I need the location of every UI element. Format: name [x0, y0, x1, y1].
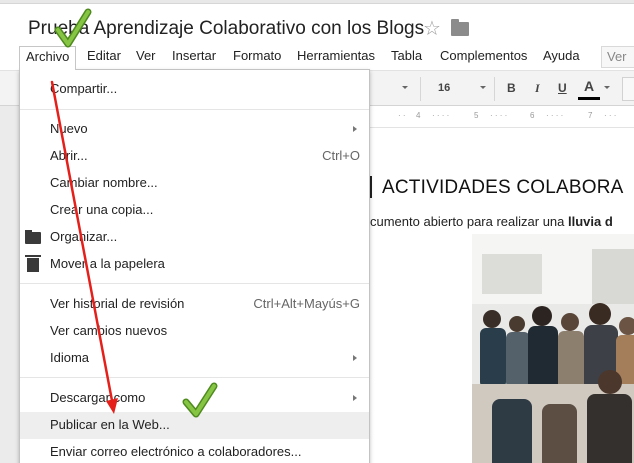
title-bar: Prueba Aprendizaje Colaborativo con los … [0, 0, 634, 46]
font-size-caret-icon[interactable] [480, 86, 486, 89]
body-bold-text: lluvia d [568, 214, 613, 229]
menu-complementos[interactable]: Complementos [440, 46, 527, 68]
folder-icon [25, 230, 41, 244]
classroom-photo[interactable] [472, 234, 634, 463]
font-dropdown-caret-icon[interactable] [402, 86, 408, 89]
menu-item-move-to-trash[interactable]: Mover a la papelera [20, 251, 369, 278]
menu-item-share[interactable]: Compartir... [20, 76, 369, 103]
menu-item-publish-to-web[interactable]: Publicar en la Web... [20, 412, 369, 439]
menu-item-label: Nuevo [50, 121, 88, 136]
menu-item-label: Crear una copia... [50, 202, 154, 217]
ruler-tick: · · · · [546, 111, 564, 120]
menu-item-label: Ver historial de revisión [50, 296, 185, 311]
browser-top-edge [0, 0, 634, 4]
menu-item-label: Idioma [50, 350, 90, 365]
document-body-text[interactable]: cumento abierto para realizar una lluvia… [370, 214, 613, 229]
menu-bar: Archivo Editar Ver Insertar Formato Herr… [0, 46, 634, 70]
ruler-mark: 4 [416, 111, 421, 120]
menu-item-label: Enviar correo electrónico a colaboradore… [50, 444, 302, 459]
document-title[interactable]: Prueba Aprendizaje Colaborativo con los … [28, 18, 424, 40]
menu-separator [20, 377, 369, 378]
menu-item-organize[interactable]: Organizar... [20, 224, 369, 251]
menu-item-open[interactable]: Abrir... Ctrl+O [20, 143, 369, 170]
text-color-caret-icon[interactable] [604, 86, 610, 89]
menu-item-shortcut: Ctrl+O [322, 148, 360, 163]
menu-item-label: Organizar... [50, 229, 118, 244]
menu-item-label: Abrir... [50, 148, 88, 163]
submenu-arrow-icon [353, 126, 357, 132]
menu-item-language[interactable]: Idioma [20, 345, 369, 372]
bold-button[interactable]: B [507, 81, 516, 95]
view-mode-button[interactable]: Ver [601, 46, 634, 68]
menu-item-revision-history[interactable]: Ver historial de revisión Ctrl+Alt+Mayús… [20, 291, 369, 318]
submenu-arrow-icon [353, 395, 357, 401]
trash-icon [25, 255, 41, 272]
menu-separator [20, 283, 369, 284]
menu-tabla[interactable]: Tabla [391, 46, 422, 68]
menu-item-rename[interactable]: Cambiar nombre... [20, 170, 369, 197]
menu-item-new[interactable]: Nuevo [20, 116, 369, 143]
ruler-tick: · · · · [432, 111, 450, 120]
document-page[interactable]: ACTIVIDADES COLABORA cumento abierto par… [370, 128, 634, 463]
menu-item-see-new-changes[interactable]: Ver cambios nuevos [20, 318, 369, 345]
text-color-button[interactable]: A [584, 78, 594, 94]
star-icon[interactable]: ☆ [423, 19, 441, 39]
menu-item-label: Compartir... [50, 81, 118, 96]
document-heading[interactable]: ACTIVIDADES COLABORA [382, 177, 624, 199]
underline-button[interactable]: U [558, 81, 567, 95]
italic-button[interactable]: I [535, 81, 540, 96]
menu-herramientas[interactable]: Herramientas [297, 46, 375, 68]
submenu-arrow-icon [353, 355, 357, 361]
ruler-mark: 5 [474, 111, 479, 120]
text-color-swatch [578, 97, 600, 100]
ruler: · · 4 · · · · 5 · · · · 6 · · · · 7 · · … [370, 106, 634, 128]
classroom-photo-image [472, 234, 634, 463]
menu-item-label: Mover a la papelera [50, 256, 165, 271]
google-docs-window: Prueba Aprendizaje Colaborativo con los … [0, 0, 634, 463]
menu-editar[interactable]: Editar [87, 46, 121, 68]
ruler-mark: 7 [588, 111, 593, 120]
menu-separator [20, 109, 369, 110]
menu-item-make-copy[interactable]: Crear una copia... [20, 197, 369, 224]
ruler-tick: · · · [604, 111, 617, 120]
menu-item-download-as[interactable]: Descargar como [20, 385, 369, 412]
menu-item-label: Descargar como [50, 390, 146, 405]
body-text: cumento abierto para realizar una [370, 214, 569, 229]
menu-item-label: Publicar en la Web... [50, 417, 170, 432]
font-size-select[interactable]: 16 [438, 82, 450, 94]
toolbar-separator [420, 77, 421, 101]
ruler-tick: · · · · [490, 111, 508, 120]
menu-archivo[interactable]: Archivo [19, 46, 77, 70]
menu-item-label: Cambiar nombre... [50, 175, 158, 190]
file-menu-dropdown: Compartir... Nuevo Abrir... Ctrl+O Cambi… [19, 69, 370, 463]
menu-formato[interactable]: Formato [233, 46, 281, 68]
toolbar-overflow-button[interactable] [622, 77, 634, 101]
menu-item-email-collaborators[interactable]: Enviar correo electrónico a colaboradore… [20, 439, 369, 463]
menu-insertar[interactable]: Insertar [172, 46, 216, 68]
ruler-tick: · · [398, 111, 406, 120]
ruler-mark: 6 [530, 111, 535, 120]
text-cursor [370, 176, 372, 198]
menu-item-label: Ver cambios nuevos [50, 323, 168, 338]
toolbar-separator [494, 77, 495, 101]
menu-item-shortcut: Ctrl+Alt+Mayús+G [253, 296, 360, 311]
folder-icon[interactable] [451, 19, 469, 36]
menu-ayuda[interactable]: Ayuda [543, 46, 580, 68]
menu-ver[interactable]: Ver [136, 46, 156, 68]
